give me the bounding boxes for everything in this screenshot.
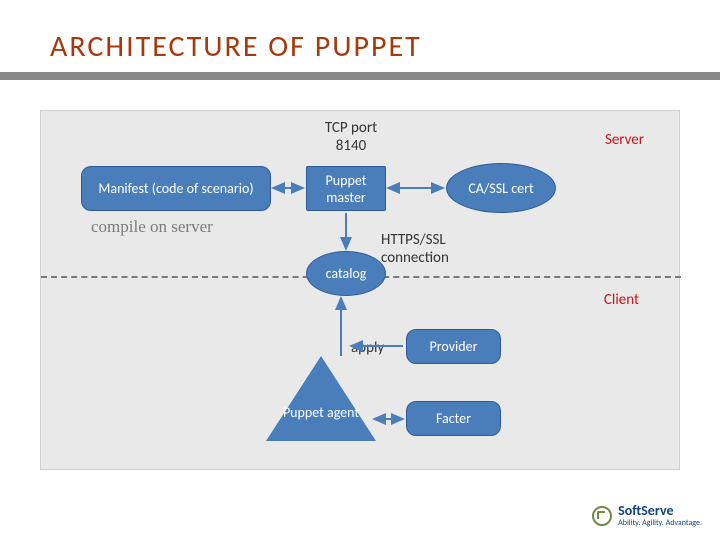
title-underline	[0, 72, 720, 80]
catalog-node: catalog	[306, 251, 386, 296]
https-label: HTTPS/SSL connection	[381, 231, 481, 267]
facter-node: Facter	[406, 401, 501, 436]
logo-name: SoftServe	[618, 504, 702, 518]
softserve-logo: SoftServe Ability. Agility. Advantage.	[592, 504, 702, 528]
compile-label: compile on server	[91, 217, 213, 237]
puppet-master-node: Puppet master	[306, 166, 386, 211]
diagram-panel: TCP port 8140 Server Client compile on s…	[40, 110, 680, 470]
ca-ssl-node: CA/SSL cert	[446, 163, 556, 213]
apply-label: apply	[351, 339, 384, 357]
logo-tagline: Ability. Agility. Advantage.	[618, 518, 702, 528]
page-title: ARCHITECTURE OF PUPPET	[50, 28, 422, 65]
server-label: Server	[605, 131, 644, 149]
manifest-node: Manifest (code of scenario)	[81, 166, 271, 211]
puppet-agent-node	[266, 356, 376, 441]
puppet-agent-label: Puppet agent	[281, 404, 361, 421]
logo-icon	[592, 506, 612, 526]
client-label: Client	[604, 291, 639, 309]
provider-node: Provider	[406, 329, 501, 364]
tcp-port-label: TCP port 8140	[311, 119, 391, 155]
